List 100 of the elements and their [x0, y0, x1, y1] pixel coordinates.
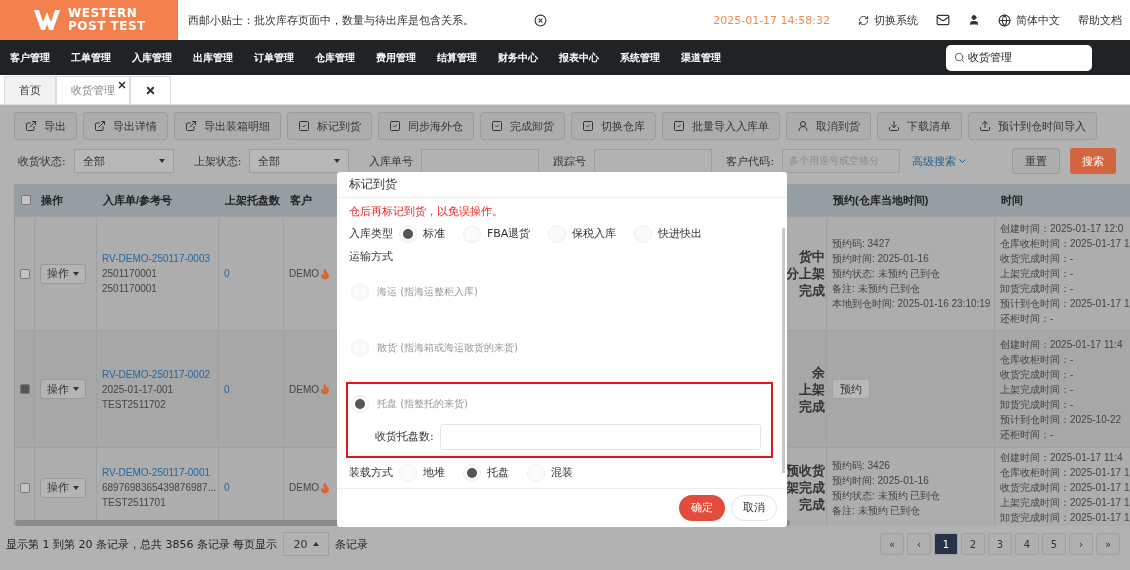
appointment-text: 备注: 未预约 已到仓: [832, 503, 922, 518]
nav-item[interactable]: 入库管理: [132, 50, 172, 65]
radio-icon[interactable]: [351, 394, 369, 413]
radio-option[interactable]: 地堆: [399, 463, 445, 482]
time-text: 创建时间：2025-01-17 12:0: [1000, 222, 1125, 236]
tab[interactable]: 首页: [4, 76, 56, 104]
page-button[interactable]: «: [880, 533, 904, 555]
nav-item[interactable]: 出库管理: [193, 50, 233, 65]
mail-icon[interactable]: [936, 13, 950, 27]
confirm-button[interactable]: 确定: [679, 494, 725, 521]
tab[interactable]: 收货管理: [56, 76, 130, 104]
page-button[interactable]: 5: [1042, 533, 1066, 555]
radio-option[interactable]: 混装: [527, 463, 573, 482]
action-dropdown[interactable]: 操作: [40, 263, 86, 284]
language-link[interactable]: 简体中文: [998, 12, 1060, 28]
appointment-text: 预约状态: 未预约 已到仓: [832, 488, 942, 503]
cancel-button[interactable]: 取消: [731, 494, 777, 521]
column-header: 预约(仓库当地时间): [827, 184, 995, 216]
toolbar-button[interactable]: 导出装箱明细: [174, 112, 281, 140]
toolbar-button[interactable]: 预计到仓时间导入: [968, 112, 1097, 140]
radio-option[interactable]: FBA退货: [463, 224, 531, 243]
radio-option[interactable]: 保税入库: [548, 224, 617, 243]
search-icon: [954, 52, 965, 63]
scrollbar[interactable]: [782, 227, 785, 473]
nav-item[interactable]: 报表中心: [559, 50, 599, 65]
modal-title: 标记到货: [337, 172, 787, 198]
search-button[interactable]: 搜索: [1070, 148, 1116, 174]
radio-option[interactable]: 快进快出: [634, 224, 703, 243]
nav-item[interactable]: 财务中心: [498, 50, 538, 65]
radio-icon[interactable]: [463, 463, 481, 482]
nav-item[interactable]: 订单管理: [254, 50, 294, 65]
reference-number: 6897698365439876987...: [102, 481, 217, 495]
page-button[interactable]: »: [1096, 533, 1120, 555]
radio-icon[interactable]: [399, 224, 417, 243]
filter-label: 收货状态:: [18, 153, 66, 169]
nav-item[interactable]: 结算管理: [437, 50, 477, 65]
toolbar-button[interactable]: 导出: [14, 112, 77, 140]
nav-item[interactable]: 渠道管理: [681, 50, 721, 65]
toolbar-button[interactable]: 取消到货: [786, 112, 871, 140]
time-text: 收货完成时间：2025-01-17 1: [1000, 481, 1130, 495]
switch-system-link[interactable]: 切换系统: [858, 12, 918, 28]
filter-select[interactable]: 全部: [73, 149, 174, 173]
advanced-search-link[interactable]: 高级搜索: [912, 153, 967, 169]
action-dropdown[interactable]: 操作: [40, 477, 86, 498]
time-text: 收货完成时间：-: [1000, 252, 1075, 266]
radio-option[interactable]: 托盘: [463, 463, 509, 482]
appointment-button[interactable]: 预约: [832, 379, 870, 399]
search-field[interactable]: 收货管理: [946, 44, 1092, 71]
page-button[interactable]: 4: [1015, 533, 1039, 555]
nav-item[interactable]: 费用管理: [376, 50, 416, 65]
time-text: 上架完成时间：-: [1000, 382, 1075, 397]
checkbox[interactable]: [20, 268, 30, 279]
checkbox[interactable]: [21, 195, 31, 205]
page-button[interactable]: ‹: [907, 533, 931, 555]
help-link[interactable]: 帮助文档: [1078, 12, 1122, 28]
toolbar-button[interactable]: 批量导入入库单: [662, 112, 780, 140]
checkbox[interactable]: [20, 482, 30, 493]
customer-name: DEMO: [289, 267, 319, 281]
radio-option[interactable]: 托盘 (指整托的来货): [351, 383, 761, 424]
user-icon[interactable]: [968, 14, 980, 26]
toolbar-button[interactable]: 导出详情: [83, 112, 168, 140]
time-text: 卸货完成时间：-: [1000, 397, 1075, 412]
nav-item[interactable]: 工单管理: [71, 50, 111, 65]
nav-item[interactable]: 系统管理: [620, 50, 660, 65]
page-size-select[interactable]: 20: [283, 532, 330, 556]
close-icon[interactable]: [145, 85, 156, 96]
toolbar-button[interactable]: 完成卸货: [480, 112, 565, 140]
page-button[interactable]: 3: [988, 533, 1012, 555]
logo: WESTERN POST TEST: [0, 0, 178, 40]
page-button[interactable]: 1: [934, 533, 958, 555]
appointment-text: 预约时间: 2025-01-16: [832, 473, 930, 488]
filter-input[interactable]: [421, 149, 540, 173]
toolbar-button[interactable]: 同步海外仓: [378, 112, 474, 140]
nav-item[interactable]: 客户管理: [10, 50, 50, 65]
pallet-count-input[interactable]: [439, 423, 761, 450]
appointment-text: 预约码: 3426: [832, 458, 891, 473]
time-text: 预计到仓时间：2025-01-17 1: [1000, 297, 1130, 311]
record-summary: 显示第 1 到第 20 条记录，总共 3856 条记录 每页显示: [6, 536, 278, 552]
radio-option[interactable]: 标准: [399, 224, 445, 243]
logo-icon: [34, 10, 60, 30]
page-button[interactable]: ›: [1069, 533, 1093, 555]
checkbox[interactable]: [20, 384, 30, 394]
reference-number: 2025-01-17-001: [102, 382, 175, 397]
toolbar-button[interactable]: 切换仓库: [571, 112, 656, 140]
column-header: 操作: [35, 184, 97, 216]
action-dropdown[interactable]: 操作: [40, 379, 86, 399]
column-header: 上架托盘数: [219, 184, 284, 216]
filter-input[interactable]: [594, 149, 713, 173]
close-icon[interactable]: [117, 80, 127, 90]
group-label: 入库类型: [349, 226, 393, 242]
toolbar-button[interactable]: 下载清单: [877, 112, 962, 140]
checkbox-icon: [582, 120, 594, 132]
filter-select[interactable]: 全部: [249, 149, 350, 173]
close-icon[interactable]: [534, 13, 547, 27]
close-all-tab[interactable]: [130, 76, 171, 104]
reset-button[interactable]: 重置: [1012, 148, 1060, 174]
nav-item[interactable]: 仓库管理: [315, 50, 355, 65]
page-button[interactable]: 2: [961, 533, 985, 555]
time-text: 卸货完成时间：2025-01-17 1: [1000, 511, 1130, 525]
toolbar-button[interactable]: 标记到货: [287, 112, 372, 140]
